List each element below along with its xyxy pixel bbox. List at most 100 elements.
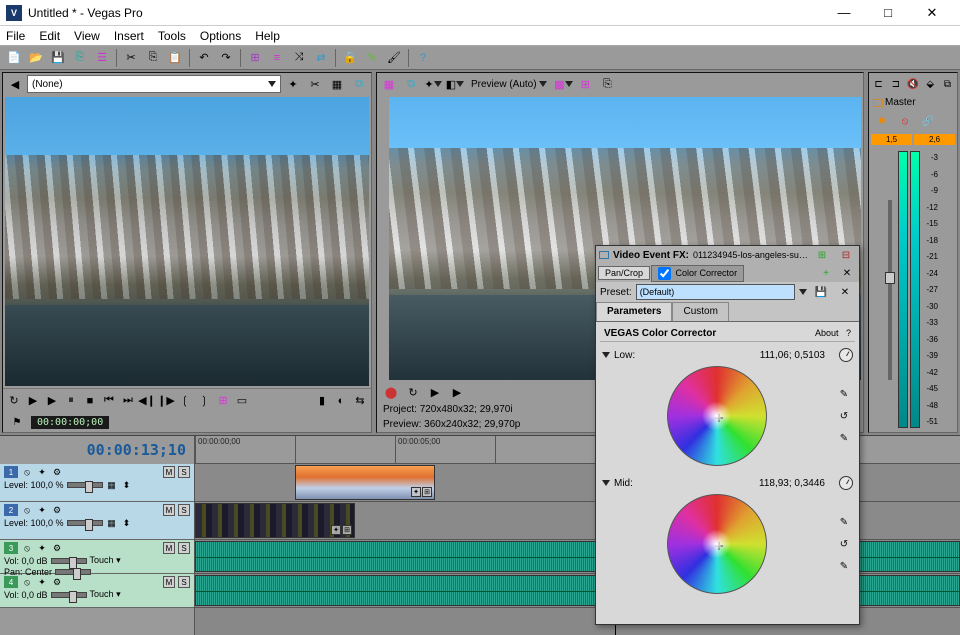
eyedropper-reset-icon[interactable]: ↺ [837,537,851,551]
track-header-3[interactable]: 3 ⦸ ✦ ⚙ M SVol: 0,0 dB Touch ▾Pan: Cente… [0,540,194,574]
mute-button[interactable]: M [163,576,175,588]
shuttle-icon[interactable]: ⇆ [351,392,369,410]
trimmer-ext-icon[interactable]: ⧉ [349,74,369,94]
prev-frame-icon[interactable]: ◀❙ [138,392,156,410]
level-slider[interactable] [67,482,103,488]
track-fx-icon[interactable]: ✦ [36,466,48,478]
track-auto-icon[interactable]: ⚙ [51,466,63,478]
plugin-help-icon[interactable]: ? [846,328,851,338]
comp-mode-icon[interactable]: ▦ [106,479,118,491]
plugin-about-link[interactable]: About [815,328,839,338]
loop-icon[interactable]: ↻ [5,392,23,410]
go-start-icon[interactable]: ⏮ [100,392,118,410]
stop-icon[interactable]: ■ [81,392,99,410]
prev-copy-icon[interactable]: ⎘ [597,74,617,94]
eyedropper-sub-icon[interactable]: ✎ [837,431,851,445]
track-bypass-icon[interactable]: ⦸ [21,576,33,588]
prev-play-icon[interactable]: ▶ [447,382,467,402]
cut-icon[interactable]: ✂ [121,48,141,68]
solo-button[interactable]: S [178,504,190,516]
tab-custom[interactable]: Custom [672,302,728,321]
save-icon[interactable]: 💾 [48,48,68,68]
pause-icon[interactable]: ⏸ [62,392,80,410]
preset-dropdown-icon[interactable] [799,289,807,295]
track-header-4[interactable]: 4 ⦸ ✦ ⚙ M SVol: 0,0 dB Touch ▾ [0,574,194,608]
master-fader[interactable] [885,272,895,284]
close-button[interactable]: ✕ [918,5,946,21]
fx-enable-checkbox[interactable] [658,267,671,280]
menu-file[interactable]: File [6,29,25,43]
preset-combo[interactable] [636,284,795,300]
mute-button[interactable]: M [163,542,175,554]
menu-insert[interactable]: Insert [114,29,144,43]
track-bypass-icon[interactable]: ⦸ [21,542,33,554]
ripple-icon[interactable]: ≡ [267,48,287,68]
open-icon[interactable]: 📂 [26,48,46,68]
redo-icon[interactable]: ↷ [216,48,236,68]
track-number[interactable]: 1 [4,466,18,478]
vol-slider[interactable] [51,558,87,564]
track-header-2[interactable]: 2 ⦸ ✦ ⚙ M SLevel: 100,0 % ▦ ⬍ [0,502,194,540]
animate-toggle-icon[interactable] [839,348,853,362]
add-media-icon[interactable]: ⊞ [214,392,232,410]
fx-chain-add-icon[interactable]: + [816,263,836,283]
paste-icon[interactable]: 📋 [165,48,185,68]
track-header-1[interactable]: 1 ⦸ ✦ ⚙ M SLevel: 100,0 % ▦ ⬍ [0,464,194,502]
trimmer-more-icon[interactable]: ▦ [327,74,347,94]
trimmer-fx-icon[interactable]: ✦ [283,74,303,94]
clip-pan-icon[interactable]: ⊞ [342,525,352,535]
trimmer-timecode[interactable]: 00:00:00;00 [31,416,109,429]
fx-chain-del-icon[interactable]: ✕ [837,263,857,283]
menu-options[interactable]: Options [200,29,241,43]
trimmer-split-icon[interactable]: ✂ [305,74,325,94]
record-icon[interactable]: ⬤ [381,382,401,402]
minimize-button[interactable]: — [830,5,858,21]
video-event-fx-window[interactable]: Video Event FX: 011234945-los-angeles-su… [595,245,860,625]
section-collapse-icon[interactable] [602,480,610,486]
render-icon[interactable]: ⎘ [70,48,90,68]
track-number[interactable]: 2 [4,504,18,516]
eyedropper-sub-icon[interactable]: ✎ [837,559,851,573]
vol-slider[interactable] [51,592,87,598]
fx-chain-pancrop[interactable]: Pan/Crop [598,266,650,280]
clip-video-2[interactable]: ✦⊞ [195,503,355,538]
eyedropper-reset-icon[interactable]: ↺ [837,409,851,423]
prev-fx-icon[interactable]: ✦ [423,74,443,94]
master-ext-icon[interactable]: ⧉ [940,74,955,94]
track-fx-icon[interactable]: ✦ [36,576,48,588]
brush-icon[interactable]: 🖌 [384,48,404,68]
trimmer-combo[interactable]: (None) [27,75,281,93]
region-icon[interactable]: ▭ [233,392,251,410]
clip-pan-icon[interactable]: ⊞ [422,487,432,497]
solo-button[interactable]: S [178,466,190,478]
marker-icon[interactable]: ▮ [313,392,331,410]
autocross-icon[interactable]: ⤨ [289,48,309,68]
snap-icon[interactable]: ⊞ [245,48,265,68]
track-fx-icon[interactable]: ✦ [36,504,48,516]
wheel-value[interactable]: 111,06; 0,5103 [639,350,831,361]
automation-mode[interactable]: Touch ▾ [90,555,121,566]
cursor-timecode[interactable]: 00:00:13;10 [87,441,186,459]
menu-tools[interactable]: Tools [158,29,186,43]
menu-view[interactable]: View [74,29,100,43]
preset-delete-icon[interactable]: ✕ [835,282,855,302]
wheel-value[interactable]: 118,93; 0,3446 [637,478,831,489]
master-dim-icon[interactable]: ⬙ [923,74,938,94]
peak-left[interactable]: 1,5 [871,134,912,145]
prev-playstart-icon[interactable]: ▶ [425,382,445,402]
solo-button[interactable]: S [178,576,190,588]
prev-ext-icon[interactable]: ⧉ [401,74,421,94]
maximize-button[interactable]: □ [874,5,902,21]
fx-chain-colorcorrector[interactable]: Color Corrector [651,265,744,282]
master-link-icon[interactable]: 🔗 [918,111,938,131]
preset-save-icon[interactable]: 💾 [811,282,831,302]
ignore-icon[interactable]: ✎ [362,48,382,68]
properties-icon[interactable]: ☰ [92,48,112,68]
parent-icon[interactable]: ⬍ [121,479,133,491]
automation-mode[interactable]: Touch ▾ [90,589,121,600]
prev-split-icon[interactable]: ◧ [445,74,465,94]
next-frame-icon[interactable]: ❙▶ [157,392,175,410]
prev-loop-icon[interactable]: ↻ [403,382,423,402]
master-mute-icon[interactable]: 🔇 [905,74,920,94]
master-fx-icon[interactable]: ✹ [872,111,892,131]
